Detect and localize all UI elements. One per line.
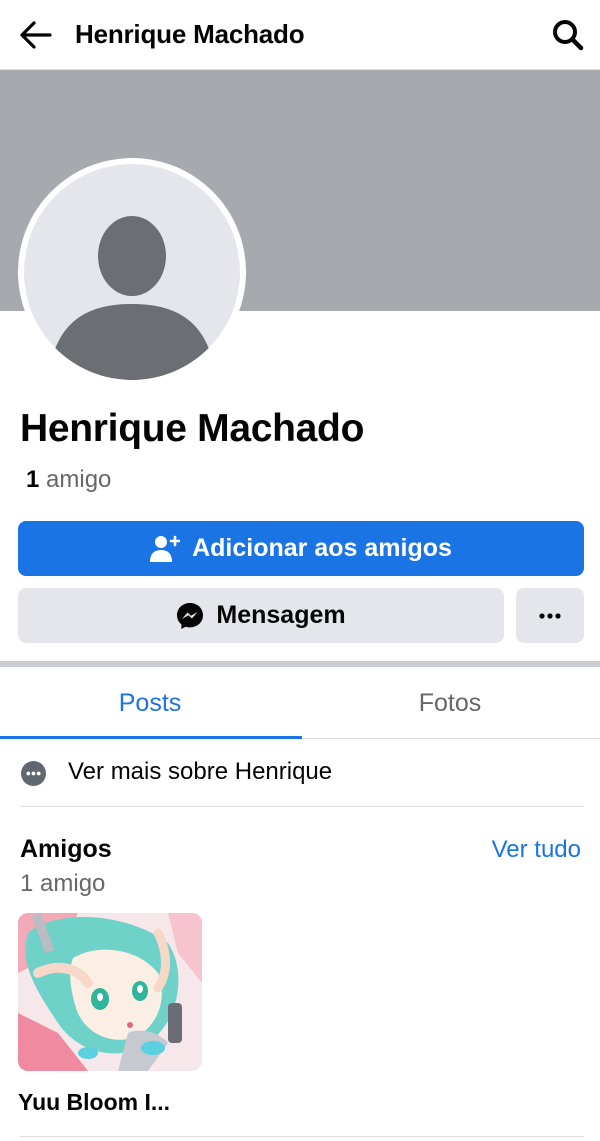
- add-friend-button[interactable]: Adicionar aos amigos: [18, 521, 584, 576]
- add-friend-label: Adicionar aos amigos: [192, 534, 452, 562]
- friends-section-title: Amigos: [20, 835, 112, 863]
- divider: [20, 806, 584, 807]
- default-avatar-icon: [24, 164, 240, 380]
- divider: [20, 1136, 584, 1137]
- see-all-friends-link[interactable]: Ver tudo: [492, 835, 581, 865]
- profile-name: Henrique Machado: [20, 407, 365, 450]
- friend-name: Yuu Bloom I...: [18, 1089, 171, 1115]
- friend-count-number: 1: [26, 466, 40, 493]
- tab-fotos[interactable]: Fotos: [300, 667, 600, 739]
- back-button[interactable]: [14, 13, 58, 57]
- search-icon: [553, 20, 584, 51]
- see-more-about-label: Ver mais sobre Henrique: [68, 758, 333, 785]
- search-button[interactable]: [546, 13, 590, 57]
- more-options-button[interactable]: [516, 588, 584, 643]
- messenger-icon: [177, 602, 204, 629]
- page-title: Henrique Machado: [75, 19, 305, 49]
- active-tab-indicator: [0, 736, 302, 739]
- arrow-left-icon: [20, 21, 52, 49]
- person-add-icon: [150, 535, 181, 562]
- ellipsis-icon: [539, 612, 561, 619]
- top-bar: Henrique Machado: [0, 0, 600, 70]
- friend-count[interactable]: 1 amigo: [26, 465, 111, 495]
- friend-photo: [18, 913, 202, 1071]
- friend-count-label: amigo: [46, 466, 112, 493]
- ellipsis-circle-icon: [21, 761, 46, 786]
- message-button[interactable]: Mensagem: [18, 588, 504, 643]
- profile-tabs: Posts Fotos: [0, 667, 600, 739]
- friends-section-subtitle: 1 amigo: [20, 870, 106, 897]
- see-more-about-row[interactable]: Ver mais sobre Henrique: [0, 740, 600, 806]
- tab-posts[interactable]: Posts: [0, 667, 300, 739]
- profile-avatar[interactable]: [18, 158, 246, 386]
- friend-card[interactable]: Yuu Bloom I...: [18, 913, 202, 1119]
- message-label: Mensagem: [216, 601, 346, 629]
